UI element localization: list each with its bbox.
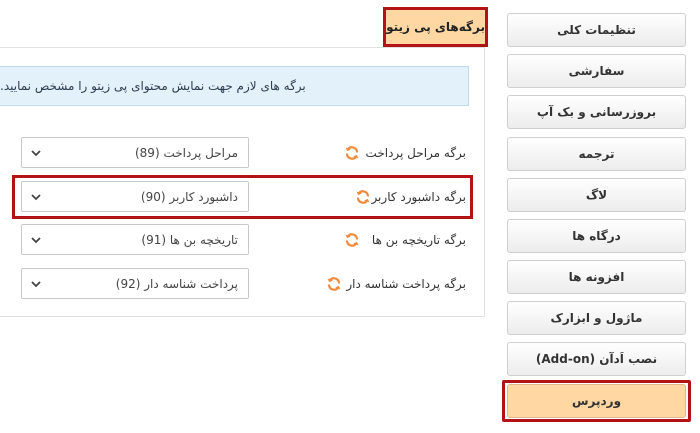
sidebar-item-update-backup[interactable]: بروزرسانی و بک آپ <box>507 95 686 129</box>
sidebar-item-label: ترجمه <box>578 147 615 161</box>
row-label-payment-steps: برگه مراحل پرداخت <box>365 146 466 160</box>
sidebar-item-label: ماژول و ابزارک <box>550 311 643 325</box>
chevron-down-icon <box>31 236 41 243</box>
tab-label: برگه‌های پی زیتو <box>386 20 485 34</box>
select-payment-steps-page[interactable]: مراحل پرداخت (89) <box>21 137 249 168</box>
sidebar-item-gateways[interactable]: درگاه ها <box>507 219 686 253</box>
row-label-user-dashboard: برگه داشبورد کاربر <box>371 190 466 204</box>
sidebar-item-general-settings[interactable]: تنظیمات کلی <box>507 13 686 47</box>
sidebar-item-label: لاگ <box>585 188 608 202</box>
sidebar-item-wordpress[interactable]: وردپرس <box>502 380 691 422</box>
select-value: داشبورد کاربر (90) <box>140 189 238 204</box>
refresh-icon[interactable] <box>326 276 342 292</box>
select-value: مراحل پرداخت (89) <box>134 145 238 160</box>
tab-payzito-pages[interactable]: برگه‌های پی زیتو <box>383 7 488 47</box>
chevron-down-icon <box>31 193 41 200</box>
sidebar-item-log[interactable]: لاگ <box>507 178 686 212</box>
info-text: برگه های لازم جهت نمایش محتوای پی زیتو ر… <box>0 79 306 93</box>
sidebar-item-label: نصب اَدآن (Add-on) <box>535 352 658 366</box>
refresh-icon[interactable] <box>355 189 371 205</box>
select-user-dashboard-page[interactable]: داشبورد کاربر (90) <box>21 181 249 212</box>
sidebar-item-install-addon[interactable]: نصب اَدآن (Add-on) <box>507 342 686 376</box>
sidebar-item-translation[interactable]: ترجمه <box>507 137 686 171</box>
select-value: پرداخت شناسه دار (92) <box>115 276 238 291</box>
chevron-down-icon <box>31 149 41 156</box>
row-label-id-payment: برگه پرداخت شناسه دار <box>346 277 466 291</box>
sidebar-item-custom[interactable]: سفارشی <box>507 54 686 88</box>
chevron-down-icon <box>31 280 41 287</box>
row-label-coupon-history: برگه تاریخچه بن ها <box>371 233 466 247</box>
sidebar-item-label: درگاه ها <box>572 229 621 243</box>
sidebar-item-label: بروزرسانی و بک آپ <box>536 105 657 119</box>
refresh-icon[interactable] <box>344 232 360 248</box>
sidebar-item-plugins[interactable]: افزونه ها <box>507 260 686 294</box>
sidebar-item-label: سفارشی <box>568 64 625 78</box>
sidebar-item-label: افزونه ها <box>568 270 625 284</box>
info-notice: برگه های لازم جهت نمایش محتوای پی زیتو ر… <box>0 66 469 106</box>
select-id-payment-page[interactable]: پرداخت شناسه دار (92) <box>21 268 249 299</box>
sidebar-item-label: وردپرس <box>571 394 622 408</box>
select-coupon-history-page[interactable]: تاریخچه بن ها (91) <box>21 224 249 255</box>
select-value: تاریخچه بن ها (91) <box>141 232 238 247</box>
sidebar-item-label: تنظیمات کلی <box>557 23 636 37</box>
refresh-icon[interactable] <box>344 145 360 161</box>
sidebar-item-modules-widgets[interactable]: ماژول و ابزارک <box>507 301 686 335</box>
